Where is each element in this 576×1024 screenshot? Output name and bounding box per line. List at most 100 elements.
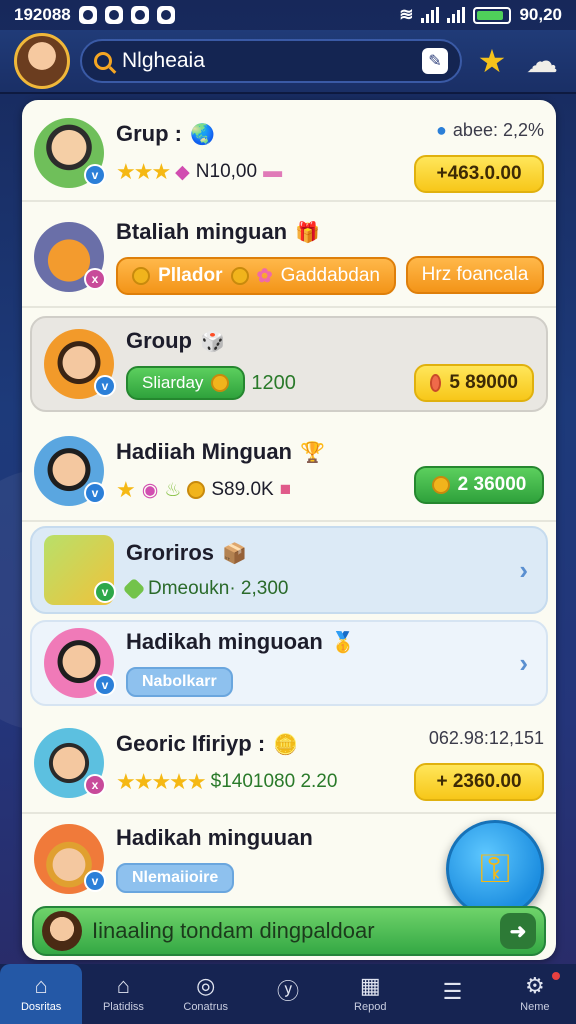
list-item[interactable]: v Hadikah minguoan 🥇 Nabolkarr › <box>30 620 548 706</box>
avatar: v <box>34 118 106 188</box>
tab-label: Neme <box>520 1001 550 1013</box>
banner-text: Iinaaling tondam dingpaldoar <box>92 918 375 943</box>
box-icon: 📦 <box>222 542 247 565</box>
status-bar: 192088 ≋ 90,20 <box>0 0 576 30</box>
coins-icon: 🪙 <box>273 733 299 756</box>
action-button[interactable]: Hrz foancala <box>406 256 544 294</box>
tab-filter[interactable]: ⓨ <box>247 964 329 1024</box>
row-title: Georic Ifiriyp : <box>116 731 266 756</box>
list-item[interactable]: v Group 🎲 Sliarday 1200 5 89000 <box>30 316 548 412</box>
notification-icon <box>130 6 149 24</box>
list-item[interactable]: v Groriros 📦 Dmeoukn· 2,300 › <box>30 526 548 614</box>
tab-label: Dosritas <box>20 1001 62 1013</box>
reward-button[interactable]: + 2360.00 <box>414 763 544 801</box>
row-title: Groriros <box>126 540 215 565</box>
avatar: x <box>34 728 106 798</box>
reward-bar[interactable]: Pllador ✿ Gaddabdan <box>116 257 396 295</box>
notification-icon <box>156 6 175 24</box>
tab-chat[interactable]: ☰ <box>411 964 493 1024</box>
shop-icon: v <box>44 535 116 605</box>
cake-icon: ♨ <box>164 479 182 501</box>
stars-icon: ★★★ <box>116 159 171 184</box>
gift-icon: ■ <box>279 479 292 500</box>
row-value: S89.0K <box>211 479 274 500</box>
status-badge: v <box>94 674 116 696</box>
reward-button[interactable]: 5 89000 <box>414 364 534 402</box>
compass-icon: ◎ <box>196 973 216 998</box>
gem-icon <box>122 577 146 601</box>
list-item[interactable]: x Btaliah minguan 🎁 Pllador ✿ Gaddabdan H… <box>22 208 556 308</box>
treasure-icon: x <box>34 222 106 292</box>
key-icon: ⚿ <box>479 846 511 891</box>
row-title: Grup : <box>116 121 182 146</box>
search-input[interactable]: Nlgheaia <box>122 49 412 73</box>
status-badge: v <box>84 870 106 892</box>
status-right-text: 90,20 <box>519 5 562 24</box>
tab-label: Repod <box>354 1001 387 1013</box>
row-title: Btaliah minguan <box>116 219 288 244</box>
reward-value: 5 89000 <box>449 372 518 393</box>
status-tag: Nlemaiioire <box>116 863 235 893</box>
reward-sublabel: Gaddabdan <box>280 265 380 286</box>
info-icon: ● <box>436 120 447 140</box>
reward-button[interactable]: +463.0.00 <box>414 155 544 193</box>
status-badge: x <box>84 774 106 796</box>
battery-icon <box>473 6 512 24</box>
chevron-right-icon[interactable]: › <box>519 555 528 586</box>
tab-repod[interactable]: ▦ Repod <box>329 964 411 1024</box>
row-title: Hadikah minguuan <box>116 825 313 850</box>
row-title: Hadiiah Minguan <box>116 439 292 464</box>
row-value: $1401080 2.20 <box>210 771 338 792</box>
notification-dot <box>551 972 560 980</box>
edit-icon[interactable]: ✎ <box>422 48 448 74</box>
status-badge: v <box>94 581 116 603</box>
tab-platidiss[interactable]: ⌂ Platidiss <box>82 964 164 1024</box>
search-bar[interactable]: Nlgheaia ✎ <box>80 39 462 83</box>
filter-icon: ⓨ <box>276 979 299 1004</box>
row-meta: 062.98:12,151 <box>428 728 544 748</box>
row-meta: abee: 2,2% <box>452 120 544 140</box>
row-value: 1200 <box>251 371 296 394</box>
arrow-right-icon[interactable]: ➜ <box>500 913 536 949</box>
avatar: v <box>44 329 116 399</box>
row-value: N10,00 <box>195 161 258 182</box>
notification-icon <box>78 6 97 24</box>
list-item[interactable]: x Georic Ifiriyp : 🪙 ★★★★★ $1401080 2.20 0… <box>22 714 556 814</box>
chat-icon: ☰ <box>442 979 463 1004</box>
dice-icon: 🎲 <box>200 330 225 353</box>
cloud-icon[interactable]: ☁ <box>522 41 562 81</box>
search-icon <box>94 52 112 70</box>
chevron-right-icon[interactable]: › <box>519 648 528 679</box>
star-icon: ★ <box>116 477 136 502</box>
avatar: v <box>34 436 106 506</box>
floating-action-button[interactable]: ⚿ <box>446 820 544 918</box>
promo-banner[interactable]: Iinaaling tondam dingpaldoar ➜ <box>32 906 546 956</box>
reward-chip[interactable]: Sliarday <box>126 366 246 400</box>
coin-icon <box>230 267 249 285</box>
reward-button[interactable]: 2 36000 <box>414 466 544 504</box>
status-badge: x <box>84 268 106 290</box>
tab-neme[interactable]: ⚙ Neme <box>494 964 576 1024</box>
status-tag: Nabolkarr <box>126 667 233 697</box>
chip-label: Sliarday <box>142 373 204 392</box>
tab-conatrus[interactable]: ◎ Conatrus <box>165 964 247 1024</box>
coin-icon <box>211 374 230 392</box>
tab-label: Platidiss <box>102 1001 144 1013</box>
stars-icon: ★★★★★ <box>116 769 207 794</box>
coin-icon <box>431 476 450 494</box>
star-icon[interactable]: ★ <box>472 41 512 81</box>
status-badge: v <box>94 375 116 397</box>
app-header: Nlgheaia ✎ ★ ☁ <box>0 30 576 94</box>
status-time: 192088 <box>14 5 71 24</box>
status-badge: v <box>84 482 106 504</box>
clock-icon: ◉ <box>141 479 159 501</box>
gem-icon: ◆ <box>175 161 190 183</box>
gear-icon: ⚙ <box>524 973 545 998</box>
list-item[interactable]: v Hadiiah Minguan 🏆 ★ ◉ ♨ S89.0K ■ 2 36000 <box>22 422 556 522</box>
profile-avatar[interactable] <box>14 33 70 89</box>
signal-icon <box>447 7 466 23</box>
calendar-icon: ▦ <box>359 973 381 998</box>
list-item[interactable]: v Grup : 🌏 ★★★ ◆ N10,00 ▬ ● abee: 2,2% +463.0… <box>22 106 556 202</box>
tab-home[interactable]: ⌂ Dosritas <box>0 964 83 1024</box>
gift-icon: 🎁 <box>295 221 321 244</box>
